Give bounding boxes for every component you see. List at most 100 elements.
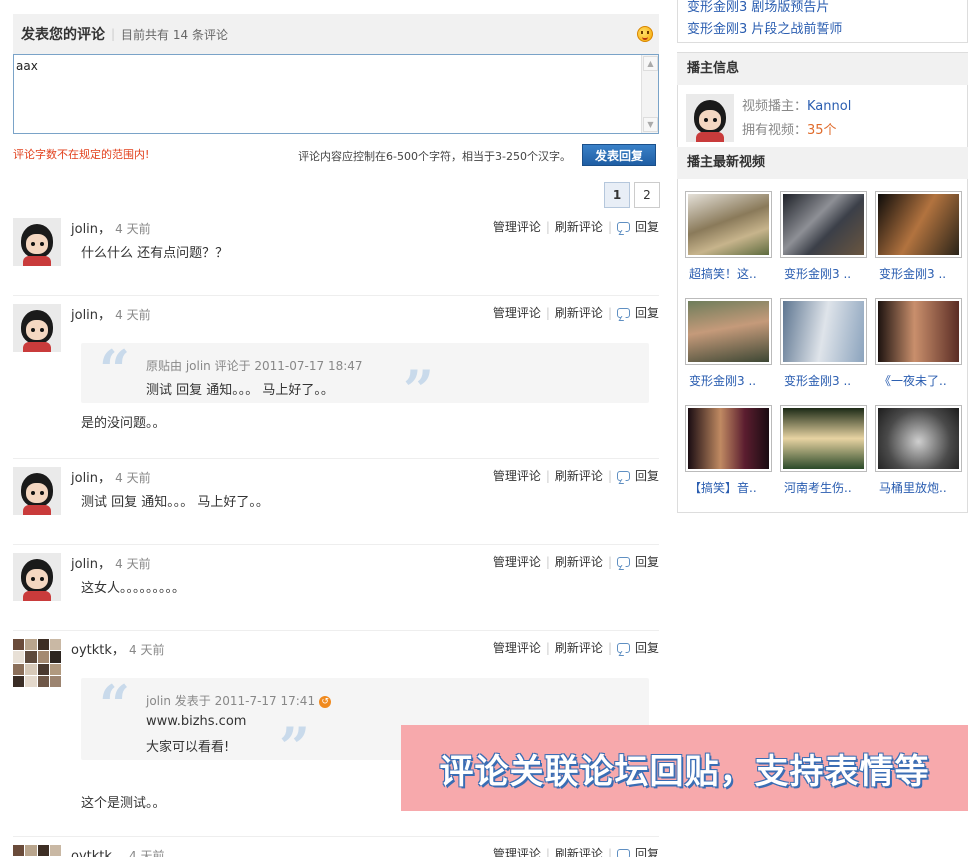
- comment-item: jolin， 4 天前 管理评论 | 刷新评论 | 回复 “ 原贴由 jolin…: [13, 296, 659, 459]
- comment-author[interactable]: oytktk，: [71, 643, 125, 658]
- comment-author[interactable]: jolin，: [71, 308, 111, 323]
- reply-link[interactable]: 回复: [635, 218, 659, 235]
- host-name-label: 视频播主：: [742, 99, 808, 114]
- refresh-comment-link[interactable]: 刷新评论: [555, 639, 603, 656]
- quote-meta: 原贴由 jolin 评论于 2011-07-17 18:47: [146, 359, 363, 373]
- open-quote-icon: “: [99, 338, 131, 402]
- quoted-reply: “ 原贴由 jolin 评论于 2011-07-17 18:47 测试 回复 通…: [81, 338, 649, 417]
- video-title-link[interactable]: 河南考生伤..: [784, 479, 852, 496]
- video-count[interactable]: 35个: [807, 123, 837, 138]
- reply-link[interactable]: 回复: [635, 639, 659, 656]
- video-thumbnail[interactable]: [875, 298, 962, 365]
- video-thumbnail[interactable]: [780, 405, 867, 472]
- video-thumbnail[interactable]: [685, 298, 772, 365]
- quote-meta: jolin 发表于 2011-7-17 17:41: [146, 694, 316, 708]
- comment-author[interactable]: oytktk，: [71, 849, 125, 857]
- length-hint: 评论内容应控制在6-500个字符，相当于3-250个汉字。: [298, 150, 571, 163]
- video-thumbnail[interactable]: [780, 298, 867, 365]
- video-thumbnail[interactable]: [685, 191, 772, 258]
- comment-textarea[interactable]: aax ▲ ▼: [13, 54, 659, 134]
- video-thumbnail[interactable]: [685, 405, 772, 472]
- refresh-comment-link[interactable]: 刷新评论: [555, 304, 603, 321]
- comment-time: 4 天前: [129, 849, 165, 857]
- comment-text: 这个是测试。。: [81, 796, 166, 811]
- video-title-link[interactable]: 变形金刚3 ..: [879, 265, 946, 282]
- comment-item: jolin， 4 天前 管理评论 | 刷新评论 | 回复 这女人。。。。。。。。…: [13, 545, 659, 631]
- manage-comment-link[interactable]: 管理评论: [493, 218, 541, 235]
- promo-banner: 评论关联论坛回贴，支持表情等: [401, 725, 968, 811]
- reply-icon[interactable]: [616, 470, 630, 481]
- video-thumbnail[interactable]: [875, 405, 962, 472]
- textarea-scrollbar[interactable]: ▲ ▼: [641, 55, 658, 133]
- quote-text: 测试 回复 通知。。。 马上好了。。: [146, 383, 334, 398]
- scroll-down-arrow-icon[interactable]: ▼: [643, 117, 658, 132]
- refresh-comment-link[interactable]: 刷新评论: [555, 845, 603, 857]
- related-video-link[interactable]: 变形金刚3 片段之战前誓师: [687, 18, 842, 37]
- reply-icon[interactable]: [616, 848, 630, 857]
- scroll-up-arrow-icon[interactable]: ▲: [643, 56, 658, 71]
- promo-banner-text: 评论关联论坛回贴，支持表情等: [439, 751, 930, 792]
- latest-videos-title: 播主最新视频: [677, 147, 968, 179]
- jump-to-post-icon[interactable]: ↺: [319, 696, 332, 708]
- comment-form-footer: 评论字数不在规定的范围内! 评论内容应控制在6-500个字符，相当于3-250个…: [13, 134, 659, 174]
- refresh-comment-link[interactable]: 刷新评论: [555, 218, 603, 235]
- manage-comment-link[interactable]: 管理评论: [493, 639, 541, 656]
- host-name-link[interactable]: Kannol: [807, 99, 851, 114]
- manage-comment-link[interactable]: 管理评论: [493, 304, 541, 321]
- comment-time: 4 天前: [115, 308, 151, 322]
- comment-time: 4 天前: [115, 222, 151, 236]
- quote-link: www.bizhs.com: [146, 714, 247, 729]
- avatar[interactable]: [13, 845, 61, 857]
- video-title-link[interactable]: 超搞笑！这..: [689, 265, 757, 282]
- reply-link[interactable]: 回复: [635, 304, 659, 321]
- host-info-title: 播主信息: [677, 53, 968, 85]
- emoji-smiley-icon[interactable]: [637, 26, 653, 42]
- submit-reply-button[interactable]: 发表回复: [582, 144, 656, 166]
- comment-form-title: 发表您的评论: [21, 27, 105, 43]
- reply-icon[interactable]: [616, 221, 630, 232]
- video-title-link[interactable]: 变形金刚3 ..: [784, 372, 851, 389]
- manage-comment-link[interactable]: 管理评论: [493, 467, 541, 484]
- related-video-link[interactable]: 变形金刚3 剧场版预告片: [687, 0, 829, 15]
- comment-text: 这女人。。。。。。。。。: [81, 581, 186, 596]
- avatar[interactable]: [13, 218, 61, 266]
- page-1-button[interactable]: 1: [604, 182, 630, 208]
- page-2-button[interactable]: 2: [634, 182, 660, 208]
- comment-form-header: 发表您的评论 | 目前共有 14 条评论: [13, 14, 659, 54]
- comment-time: 4 天前: [115, 557, 151, 571]
- video-title-link[interactable]: 变形金刚3 ..: [784, 265, 851, 282]
- video-title-link[interactable]: 《一夜未了..: [879, 372, 947, 389]
- close-quote-icon: ”: [403, 358, 435, 422]
- video-thumbnail[interactable]: [780, 191, 867, 258]
- reply-icon[interactable]: [616, 642, 630, 653]
- quote-text: 大家可以看看!: [146, 740, 230, 755]
- reply-link[interactable]: 回复: [635, 553, 659, 570]
- video-thumbnail[interactable]: [875, 191, 962, 258]
- manage-comment-link[interactable]: 管理评论: [493, 845, 541, 857]
- comment-author[interactable]: jolin，: [71, 222, 111, 237]
- video-title-link[interactable]: 变形金刚3 ..: [689, 372, 756, 389]
- comment-count: 目前共有 14 条评论: [121, 27, 228, 42]
- video-title-link[interactable]: 马桶里放炮..: [879, 479, 947, 496]
- comment-author[interactable]: jolin，: [71, 557, 111, 572]
- avatar[interactable]: [13, 304, 61, 352]
- validation-error: 评论字数不在规定的范围内!: [13, 148, 150, 161]
- reply-link[interactable]: 回复: [635, 467, 659, 484]
- avatar[interactable]: [13, 639, 61, 687]
- refresh-comment-link[interactable]: 刷新评论: [555, 467, 603, 484]
- comment-item: jolin， 4 天前 管理评论 | 刷新评论 | 回复 测试 回复 通知。。。…: [13, 459, 659, 545]
- reply-icon[interactable]: [616, 307, 630, 318]
- refresh-comment-link[interactable]: 刷新评论: [555, 553, 603, 570]
- comment-text: 是的没问题。。: [81, 416, 166, 431]
- video-title-link[interactable]: 【搞笑】音..: [689, 479, 757, 496]
- reply-link[interactable]: 回复: [635, 845, 659, 857]
- avatar[interactable]: [13, 553, 61, 601]
- comment-text: 测试 回复 通知。。。 马上好了。。: [81, 495, 269, 510]
- video-count-label: 拥有视频：: [742, 123, 808, 138]
- comment-author[interactable]: jolin，: [71, 471, 111, 486]
- manage-comment-link[interactable]: 管理评论: [493, 553, 541, 570]
- related-video-links: 变形金刚3 剧场版预告片 变形金刚3 片段之战前誓师: [677, 0, 968, 43]
- avatar[interactable]: [13, 467, 61, 515]
- reply-icon[interactable]: [616, 556, 630, 567]
- host-avatar[interactable]: [686, 94, 734, 142]
